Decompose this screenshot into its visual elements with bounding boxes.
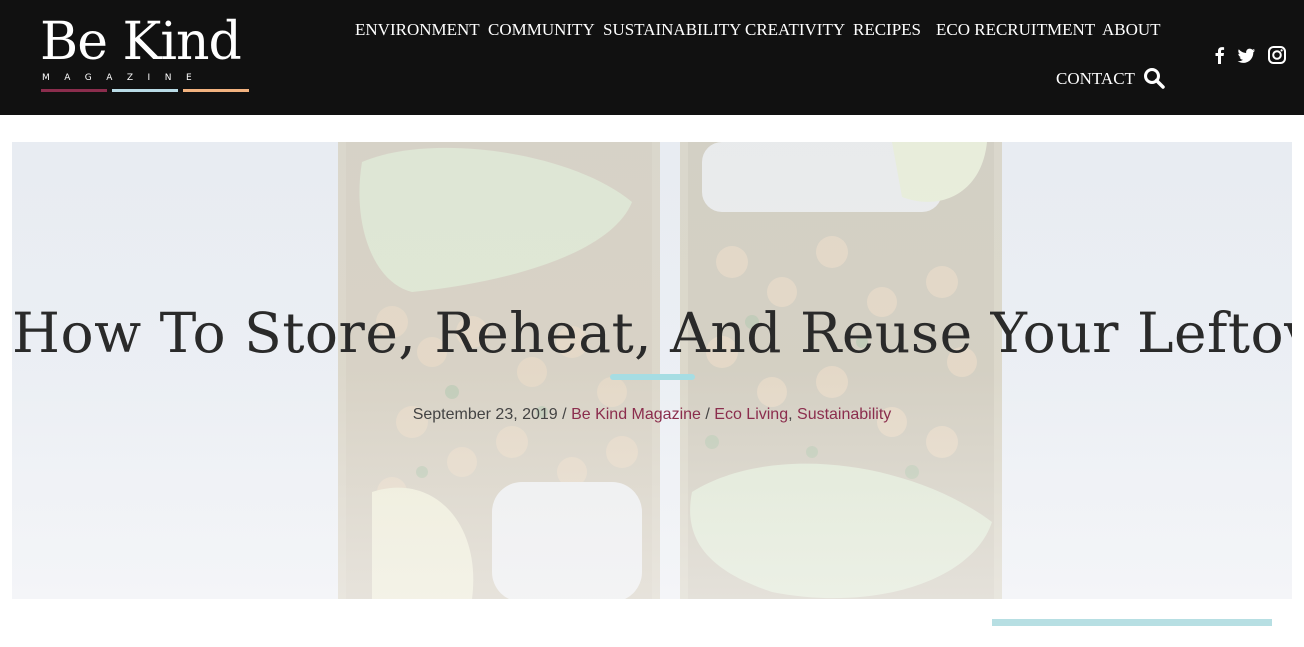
logo-title: Be Kind — [40, 12, 242, 72]
sidebar-accent-bar — [992, 619, 1272, 626]
logo-bar-plum — [41, 89, 107, 92]
site-header: Be Kind MAGAZINE ENVIRONMENT COMMUNITY S… — [0, 0, 1304, 115]
site-logo[interactable]: Be Kind MAGAZINE — [40, 12, 252, 96]
title-underline — [610, 374, 695, 380]
hero-overlay — [12, 142, 1292, 599]
nav-item-recipes[interactable]: RECIPES — [853, 20, 921, 40]
logo-color-bars — [41, 89, 251, 93]
nav-item-eco-recruitment[interactable]: ECO RECRUITMENT — [936, 20, 1095, 40]
article-date: September 23, 2019 — [412, 406, 558, 423]
nav-item-environment[interactable]: ENVIRONMENT — [355, 20, 480, 40]
nav-item-community[interactable]: COMMUNITY — [488, 20, 595, 40]
twitter-icon[interactable] — [1236, 45, 1256, 65]
meta-separator: / — [562, 406, 567, 423]
nav-item-creativity[interactable]: CREATIVITY — [745, 20, 845, 40]
logo-bar-peach — [183, 89, 249, 92]
author-link[interactable]: Be Kind Magazine — [571, 406, 701, 423]
instagram-icon[interactable] — [1267, 45, 1287, 65]
facebook-icon[interactable] — [1210, 45, 1230, 65]
category-link-sustainability[interactable]: Sustainability — [797, 406, 891, 423]
nav-item-contact[interactable]: CONTACT — [1056, 69, 1135, 89]
category-separator: , — [788, 406, 793, 423]
meta-separator: / — [705, 406, 710, 423]
nav-item-about[interactable]: ABOUT — [1102, 20, 1161, 40]
article-meta: September 23, 2019 / Be Kind Magazine / … — [12, 404, 1292, 426]
nav-item-sustainability[interactable]: SUSTAINABILITY — [603, 20, 741, 40]
category-link-eco-living[interactable]: Eco Living — [714, 406, 788, 423]
hero-banner: How To Store, Reheat, And Reuse Your Lef… — [12, 142, 1292, 599]
logo-subtitle: MAGAZINE — [42, 73, 207, 83]
article-title: How To Store, Reheat, And Reuse Your Lef… — [12, 301, 1292, 365]
search-icon[interactable] — [1143, 67, 1165, 89]
logo-bar-blue — [112, 89, 178, 92]
main-nav: ENVIRONMENT COMMUNITY SUSTAINABILITY CRE… — [340, 14, 1170, 114]
